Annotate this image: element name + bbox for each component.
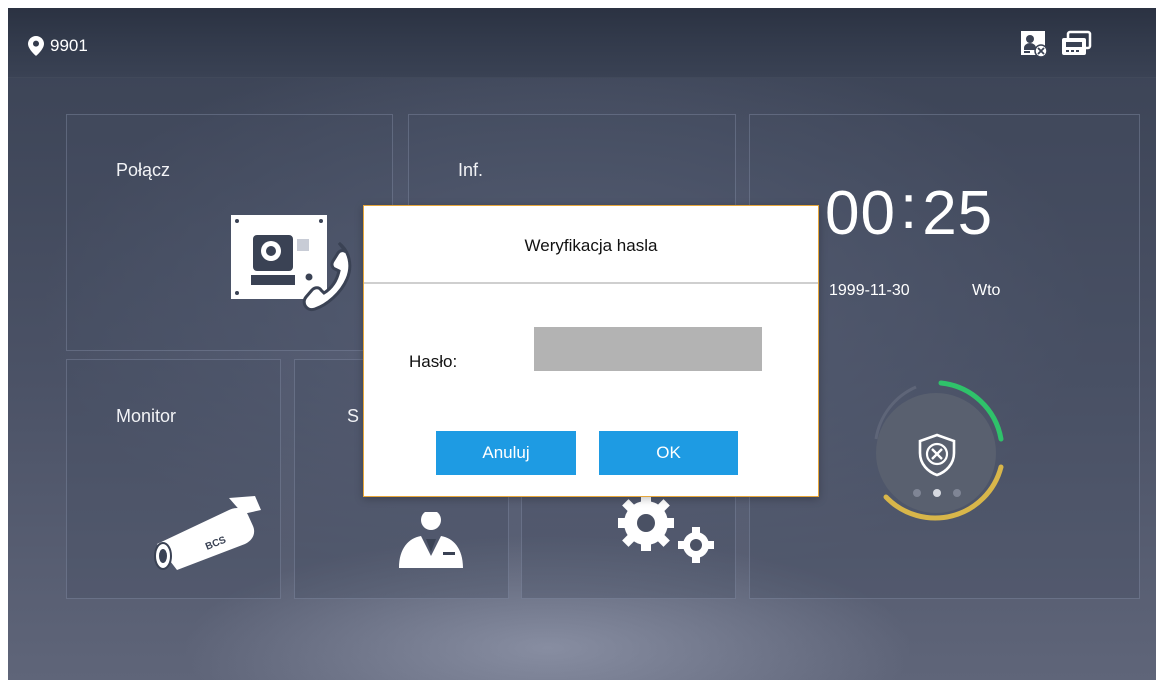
clock-time: 00:25 [825,173,994,248]
dialog-divider [364,282,818,284]
tile-connect[interactable]: Połącz [66,114,393,351]
door-station-call-icon [231,215,352,312]
password-label: Hasło: [409,352,458,371]
card-reader-disconnected-icon [1021,31,1048,58]
password-input[interactable] [534,327,762,371]
status-bar: 9901 [8,8,1156,78]
intercom-screen: 9901 Połącz Inf. 00:25 1999-11-30 Wto Mo… [8,8,1156,680]
clock-date: 1999-11-30 [829,282,910,299]
tile-info-label: Inf. [458,160,484,180]
bcs-camera-icon: BCS [154,496,261,570]
ok-button[interactable]: OK [599,431,738,475]
gears-icon [618,495,714,563]
page-dot-active[interactable] [933,489,941,497]
network-device-icon [1062,30,1092,55]
tile-connect-label: Połącz [116,160,171,180]
password-dialog: Weryfikacja hasla Hasło: Anuluj OK [363,205,819,497]
cancel-button[interactable]: Anuluj [436,431,576,475]
clock-day: Wto [972,282,1001,299]
agent-icon [399,512,463,568]
page-dots [913,489,961,497]
dialog-title: Weryfikacja hasla [524,236,658,255]
tile-monitor-label: Monitor [116,406,177,426]
location-indicator: 9901 [28,36,88,56]
device-number: 9901 [50,36,88,55]
shield-x-icon [918,433,956,477]
tile-service-label: S [347,406,360,426]
tile-monitor[interactable]: Monitor BCS [66,359,281,599]
page-dot[interactable] [953,489,961,497]
page-dot[interactable] [913,489,921,497]
location-pin-icon [28,36,44,56]
